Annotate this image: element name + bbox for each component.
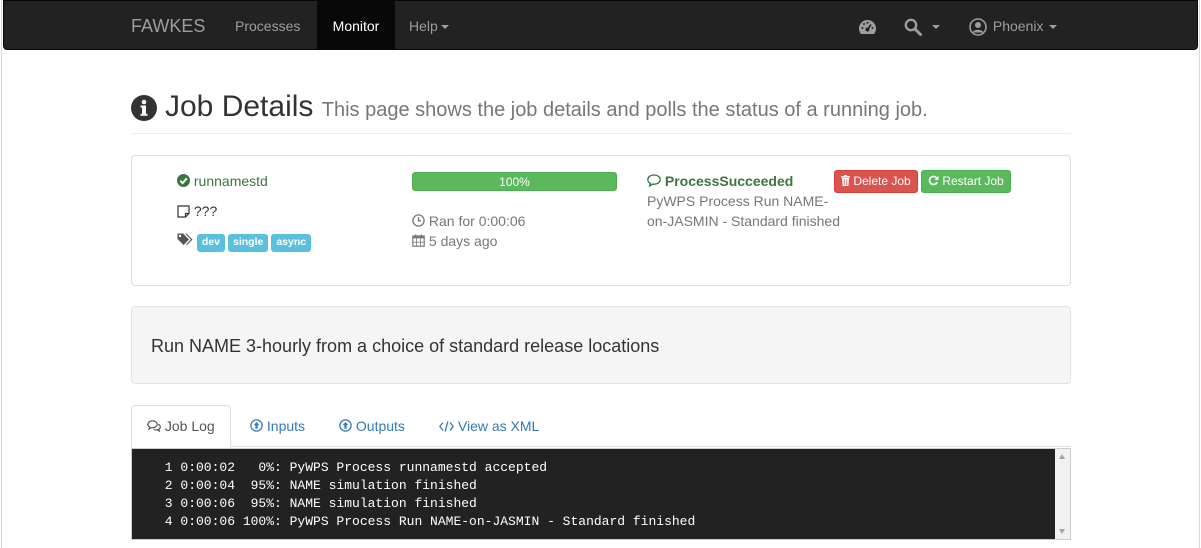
chevron-down-icon <box>1049 25 1058 30</box>
job-panel: runnamestd ??? dev single async 100% Ran… <box>131 155 1071 286</box>
job-status-message-2: on-JASMIN - Standard finished <box>647 213 840 229</box>
tab-outputs[interactable]: Outputs <box>324 405 420 447</box>
page-header: Job Details This page shows the job deta… <box>131 86 1071 134</box>
arrow-circle-up-icon <box>250 418 267 434</box>
tag-dev[interactable]: dev <box>196 234 225 252</box>
arrow-circle-up-icon <box>339 418 356 434</box>
nav-monitor[interactable]: Monitor <box>317 1 395 50</box>
chevron-down-icon <box>440 25 449 30</box>
check-circle-icon <box>177 173 194 189</box>
job-duration: Ran for 0:00:06 <box>412 213 525 229</box>
search-button[interactable] <box>890 1 954 50</box>
tab-outputs-label: Outputs <box>355 418 405 434</box>
nav-processes-label: Processes <box>235 18 301 34</box>
log-line: 3 0:00:06 95%: NAME simulation finished <box>157 496 477 511</box>
chevron-down-icon <box>931 25 940 30</box>
refresh-icon <box>928 174 942 188</box>
job-duration-text: Ran for 0:00:06 <box>428 213 526 229</box>
job-tags: dev single async <box>177 232 314 252</box>
clock-icon <box>412 213 429 229</box>
job-name: runnamestd <box>177 173 268 189</box>
tab-job-log[interactable]: Job Log <box>131 405 231 448</box>
job-log[interactable]: 1 0:00:02 0%: PyWPS Process runnamestd a… <box>131 448 1071 540</box>
log-line: 2 0:00:04 95%: NAME simulation finished <box>157 478 477 493</box>
job-status-text: ProcessSucceeded <box>664 173 794 189</box>
sticky-note-icon <box>177 203 194 219</box>
comment-icon <box>647 173 665 189</box>
job-name-text: runnamestd <box>193 173 268 189</box>
scroll-up-icon[interactable] <box>1059 454 1065 459</box>
tag-async[interactable]: async <box>271 234 312 252</box>
dashboard-icon <box>858 18 877 35</box>
info-circle-icon <box>131 95 157 124</box>
comments-icon <box>147 418 165 434</box>
user-icon <box>969 18 991 37</box>
scroll-down-icon[interactable] <box>1059 529 1065 534</box>
job-status-message-1: PyWPS Process Run NAME- <box>647 193 829 209</box>
trash-icon <box>841 174 853 188</box>
nav-processes[interactable]: Processes <box>221 1 314 50</box>
restart-job-button[interactable]: Restart Job <box>921 170 1011 193</box>
progress-bar: 100% <box>412 172 617 191</box>
tab-view-as-xml-label: View as XML <box>457 418 540 434</box>
navbar: FAWKES Processes Monitor Help Phoenix <box>3 0 1198 50</box>
nav-help-label: Help <box>409 18 438 34</box>
job-caption-text: ??? <box>193 203 218 219</box>
delete-job-label: Delete Job <box>853 174 911 188</box>
user-name: Phoenix <box>992 18 1044 34</box>
calendar-icon <box>412 233 429 249</box>
abstract-well: Run NAME 3-hourly from a choice of stand… <box>131 306 1071 384</box>
page-title-text: Job Details <box>165 90 314 123</box>
nav-monitor-label: Monitor <box>332 18 380 34</box>
tab-inputs-label: Inputs <box>266 418 306 434</box>
tab-job-log-label: Job Log <box>164 418 215 434</box>
log-scrollbar[interactable] <box>1055 449 1070 539</box>
page-subtitle: This page shows the job details and poll… <box>321 99 928 121</box>
search-icon <box>904 18 926 37</box>
log-line: 1 0:00:02 0%: PyWPS Process runnamestd a… <box>157 460 548 475</box>
tab-inputs[interactable]: Inputs <box>235 405 320 447</box>
dashboard-button[interactable] <box>844 1 891 50</box>
page-title: Job Details This page shows the job deta… <box>165 90 928 124</box>
user-menu[interactable]: Phoenix <box>955 1 1071 50</box>
log-text: 1 0:00:02 0%: PyWPS Process runnamestd a… <box>132 449 1070 531</box>
progress-fill: 100% <box>412 172 617 191</box>
brand-logo[interactable]: FAWKES <box>131 1 205 51</box>
delete-job-button[interactable]: Delete Job <box>834 170 918 193</box>
job-status: ProcessSucceeded <box>647 173 793 189</box>
tags-icon <box>177 232 197 248</box>
job-caption: ??? <box>177 203 217 219</box>
job-created: 5 days ago <box>412 233 497 249</box>
code-icon <box>438 418 458 434</box>
process-abstract: Run NAME 3-hourly from a choice of stand… <box>151 336 660 356</box>
nav-help[interactable]: Help <box>395 1 463 50</box>
tab-view-as-xml[interactable]: View as XML <box>424 405 554 447</box>
restart-job-label: Restart Job <box>942 174 1004 188</box>
job-created-text: 5 days ago <box>428 233 498 249</box>
tag-single[interactable]: single <box>227 234 269 252</box>
log-line: 4 0:00:06 100%: PyWPS Process Run NAME-o… <box>157 514 696 529</box>
tabs: Job Log Inputs Outputs View as XML <box>131 405 1071 448</box>
